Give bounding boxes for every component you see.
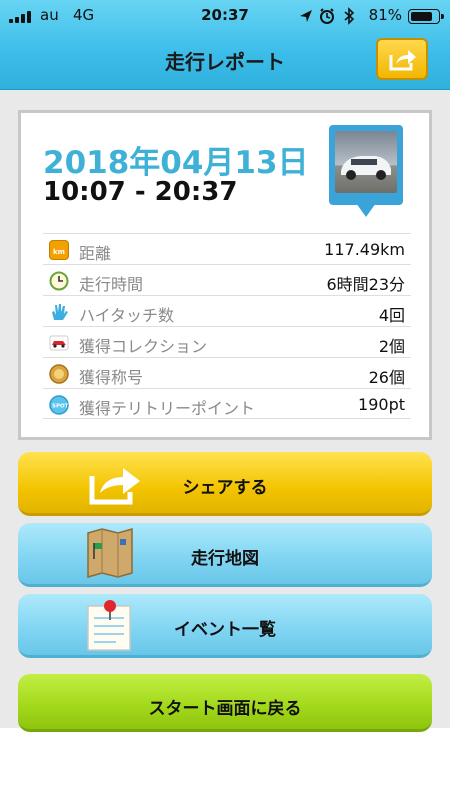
stat-value: 2個 [378, 337, 405, 356]
stat-row-high-touch: ハイタッチ数 4回 [43, 295, 411, 326]
km-icon: km [49, 240, 69, 260]
header-share-button[interactable] [376, 38, 428, 80]
back-to-start-button[interactable]: スタート画面に戻る [18, 674, 432, 732]
battery-level [410, 11, 432, 21]
stat-label: 走行時間 [79, 275, 144, 294]
stat-row-drive-time: 走行時間 6時間23分 [43, 264, 411, 295]
status-bar: au 4G 20:37 81% [0, 0, 450, 32]
stat-label: 獲得称号 [79, 368, 144, 387]
stat-label: 獲得テリトリーポイント [79, 399, 256, 418]
clock-icon [49, 271, 69, 291]
hand-icon [49, 302, 69, 322]
stat-row-collection: 獲得コレクション 2個 [43, 326, 411, 357]
drive-map-button[interactable]: 走行地図 [18, 523, 432, 587]
stat-row-titles: 獲得称号 26個 [43, 357, 411, 388]
event-list-button[interactable]: イベント一覧 [18, 594, 432, 658]
svg-text:km: km [53, 248, 65, 256]
drive-map-button-label: 走行地図 [191, 549, 259, 569]
report-card: 2018年04月13日 10:07 - 20:37 km 距離 117.49km [18, 110, 432, 440]
report-time-range: 10:07 - 20:37 [43, 177, 238, 207]
stats-list: km 距離 117.49km 走行時間 6時間23分 ハイタッチ数 4回 獲得コ… [43, 233, 411, 419]
stat-row-territory-points: SPOT 獲得テリトリーポイント 190pt [43, 388, 411, 419]
share-arrow-icon [389, 50, 416, 71]
car-photo [335, 131, 397, 193]
car-photo-pin[interactable] [329, 125, 403, 227]
app-header: au 4G 20:37 81% 走行レポート [0, 0, 450, 90]
report-date: 2018年04月13日 [43, 145, 309, 181]
stat-label: 獲得コレクション [79, 337, 208, 356]
event-list-button-label: イベント一覧 [174, 620, 276, 640]
location-alarm-bluetooth-icons [300, 7, 355, 25]
battery-icon [408, 9, 444, 24]
stat-value: 26個 [368, 368, 405, 387]
stat-row-distance: km 距離 117.49km [43, 233, 411, 264]
stat-value: 117.49km [324, 240, 405, 259]
medal-icon [49, 364, 69, 384]
stat-label: 距離 [79, 244, 112, 263]
stat-value: 6時間23分 [326, 275, 405, 294]
stat-value: 4回 [378, 306, 405, 325]
stat-label: ハイタッチ数 [79, 306, 175, 325]
svg-text:SPOT: SPOT [52, 404, 69, 410]
share-button-label: シェアする [182, 478, 268, 498]
share-button[interactable]: シェアする [18, 452, 432, 516]
battery-percent: 81% [368, 6, 402, 24]
car-icon [49, 333, 69, 353]
spot-icon: SPOT [49, 395, 69, 415]
stat-value: 190pt [358, 395, 405, 414]
back-to-start-button-label: スタート画面に戻る [148, 699, 302, 719]
